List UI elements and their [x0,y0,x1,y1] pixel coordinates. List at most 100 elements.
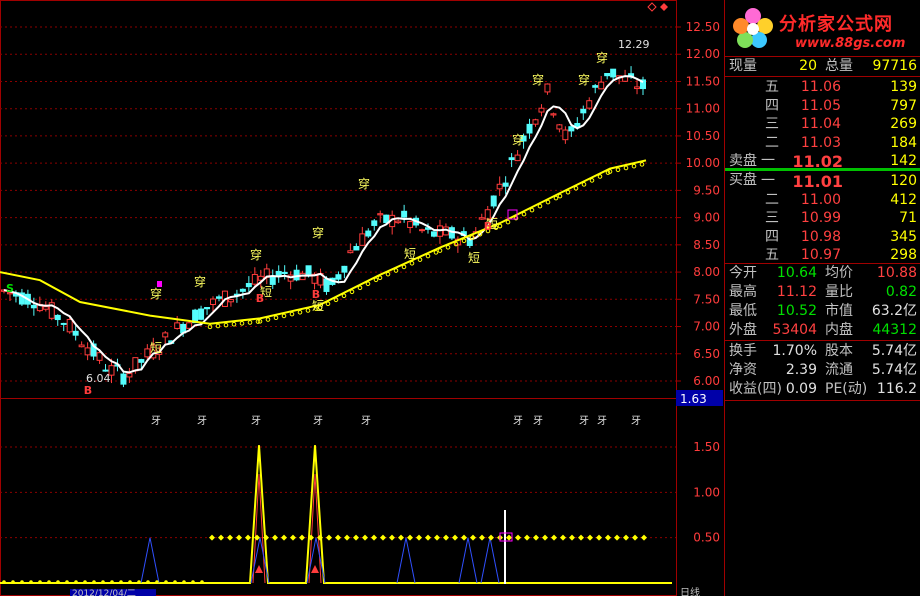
ask-row-1[interactable]: 一 11.02 142 [725,152,920,171]
stat-row[interactable]: 最高 11.12 量比 0.82 [725,283,920,302]
candle-body [269,276,276,285]
bid-row-1[interactable]: 一 11.01 120 [725,172,920,191]
indicator-dot [605,534,611,541]
divider [725,400,920,401]
stat-label: 外盘 [729,322,757,338]
diamond-icon [647,2,657,12]
buy-signal: B [256,292,264,305]
stat-label: 今开 [729,265,757,281]
ma-long-marker [425,253,431,259]
bid-row-4[interactable]: 四 10.98 345 [725,228,920,247]
fin-row[interactable]: 换手 1.70% 股本 5.74亿 [725,342,920,361]
fin-value: 2.39 [785,362,817,378]
ma-long-marker [273,315,279,321]
candle-body [281,271,288,274]
indicator-dot [11,580,15,584]
candle-body [610,68,617,78]
indicator-dot [74,580,78,584]
indicator-dot [272,534,278,541]
kline-chart[interactable]: 12.50 12.00 11.50 11.00 10.50 10.00 9.50 9.00 8.… [0,0,724,596]
candle-body [162,332,169,338]
stat-row[interactable]: 今开 10.64 均价 10.88 [725,264,920,283]
chuan-annotation: 穿 [578,72,590,87]
indicator-dot [281,534,287,541]
candle-body [126,373,133,378]
indicator-dot [173,580,177,584]
ya-label: 牙 [533,415,543,427]
price-tick-label: 8.50 [693,238,720,252]
candle-body [335,274,342,280]
ask-level: 一 [761,153,775,170]
candle-body [347,250,354,254]
duan-annotation: 短 [404,247,416,261]
indicator-dot [434,534,440,541]
ya-label: 牙 [597,415,607,427]
ma-long-marker [597,174,603,179]
logo-url: www.88gs.com [795,36,906,51]
candle-body [490,195,497,207]
ask-volume: 142 [890,153,917,170]
kline-chart-area[interactable]: 12.50 12.00 11.50 11.00 10.50 10.00 9.50 9.00 8.… [0,0,724,596]
fin-value: 116.2 [876,381,917,397]
bid-level: 五 [765,247,779,264]
fin-label: 流通 [825,362,853,378]
candle-body [54,314,61,321]
candle-body [478,217,485,220]
indicator-peak [480,537,500,584]
indicator-dot [398,534,404,541]
ask-level: 二 [765,134,779,151]
stat-label: 均价 [825,265,853,281]
price-tick-label: 8.00 [693,265,720,279]
indicator-current-value: 1.63 [680,392,707,406]
candle-body [227,299,234,303]
candle-body [72,330,79,336]
indicator-dot [2,580,6,584]
candle-body [466,239,473,246]
candle-body [383,214,390,224]
candle-body [526,123,533,134]
bid-row-2[interactable]: 二 11.00 412 [725,191,920,210]
ask-row-4[interactable]: 四 11.05 797 [725,97,920,116]
price-tick-label: 11.00 [686,102,720,116]
candle-body [30,304,37,309]
bid-price: 10.98 [800,228,841,245]
indicator-dot [506,534,512,541]
candle-body [323,278,330,292]
candle-body [598,81,605,90]
candle-body [186,322,193,329]
ask-volume: 139 [890,79,917,95]
stat-label: 内盘 [825,322,853,338]
indicator-dot [488,534,494,541]
total-volume-label: 总量 [825,58,853,74]
indicator-dot [632,534,638,541]
bid-row-3[interactable]: 三 10.99 71 [725,209,920,228]
candle-body [430,231,437,237]
stat-value: 53404 [772,322,817,338]
candle-body [514,154,521,162]
ask-row-5[interactable]: 五 11.06 139 [725,78,920,97]
candle-body [508,157,515,161]
site-logo[interactable]: 分析家公式网 www.88gs.com [725,0,920,56]
up-arrow-icon [255,565,263,573]
ma-long-marker [631,163,637,169]
ask-row-2[interactable]: 二 11.03 184 [725,134,920,153]
bid-row-5[interactable]: 五 10.97 298 [725,246,920,265]
candle-body [419,229,426,232]
stat-row[interactable]: 外盘 53404 内盘 44312 [725,321,920,340]
now-volume-value: 20 [799,58,817,74]
stat-label: 市值 [825,303,853,319]
fin-row[interactable]: 收益(四) 0.09 PE(动) 116.2 [725,380,920,399]
candle-body [586,100,593,109]
fin-row[interactable]: 净资 2.39 流通 5.74亿 [725,361,920,380]
candle-body [84,347,91,356]
candle-body [568,126,575,132]
indicator-tick-label: 0.50 [693,531,720,545]
candle-body [215,296,222,299]
candle-body [245,283,252,288]
indicator-dot [128,580,132,584]
ma-long-marker [385,271,391,277]
ask-row-3[interactable]: 三 11.04 269 [725,115,920,134]
stat-row[interactable]: 最低 10.52 市值 63.2亿 [725,302,920,321]
duan-annotation: 短 [468,251,480,265]
indicator-tick-label: 1.00 [693,485,720,499]
